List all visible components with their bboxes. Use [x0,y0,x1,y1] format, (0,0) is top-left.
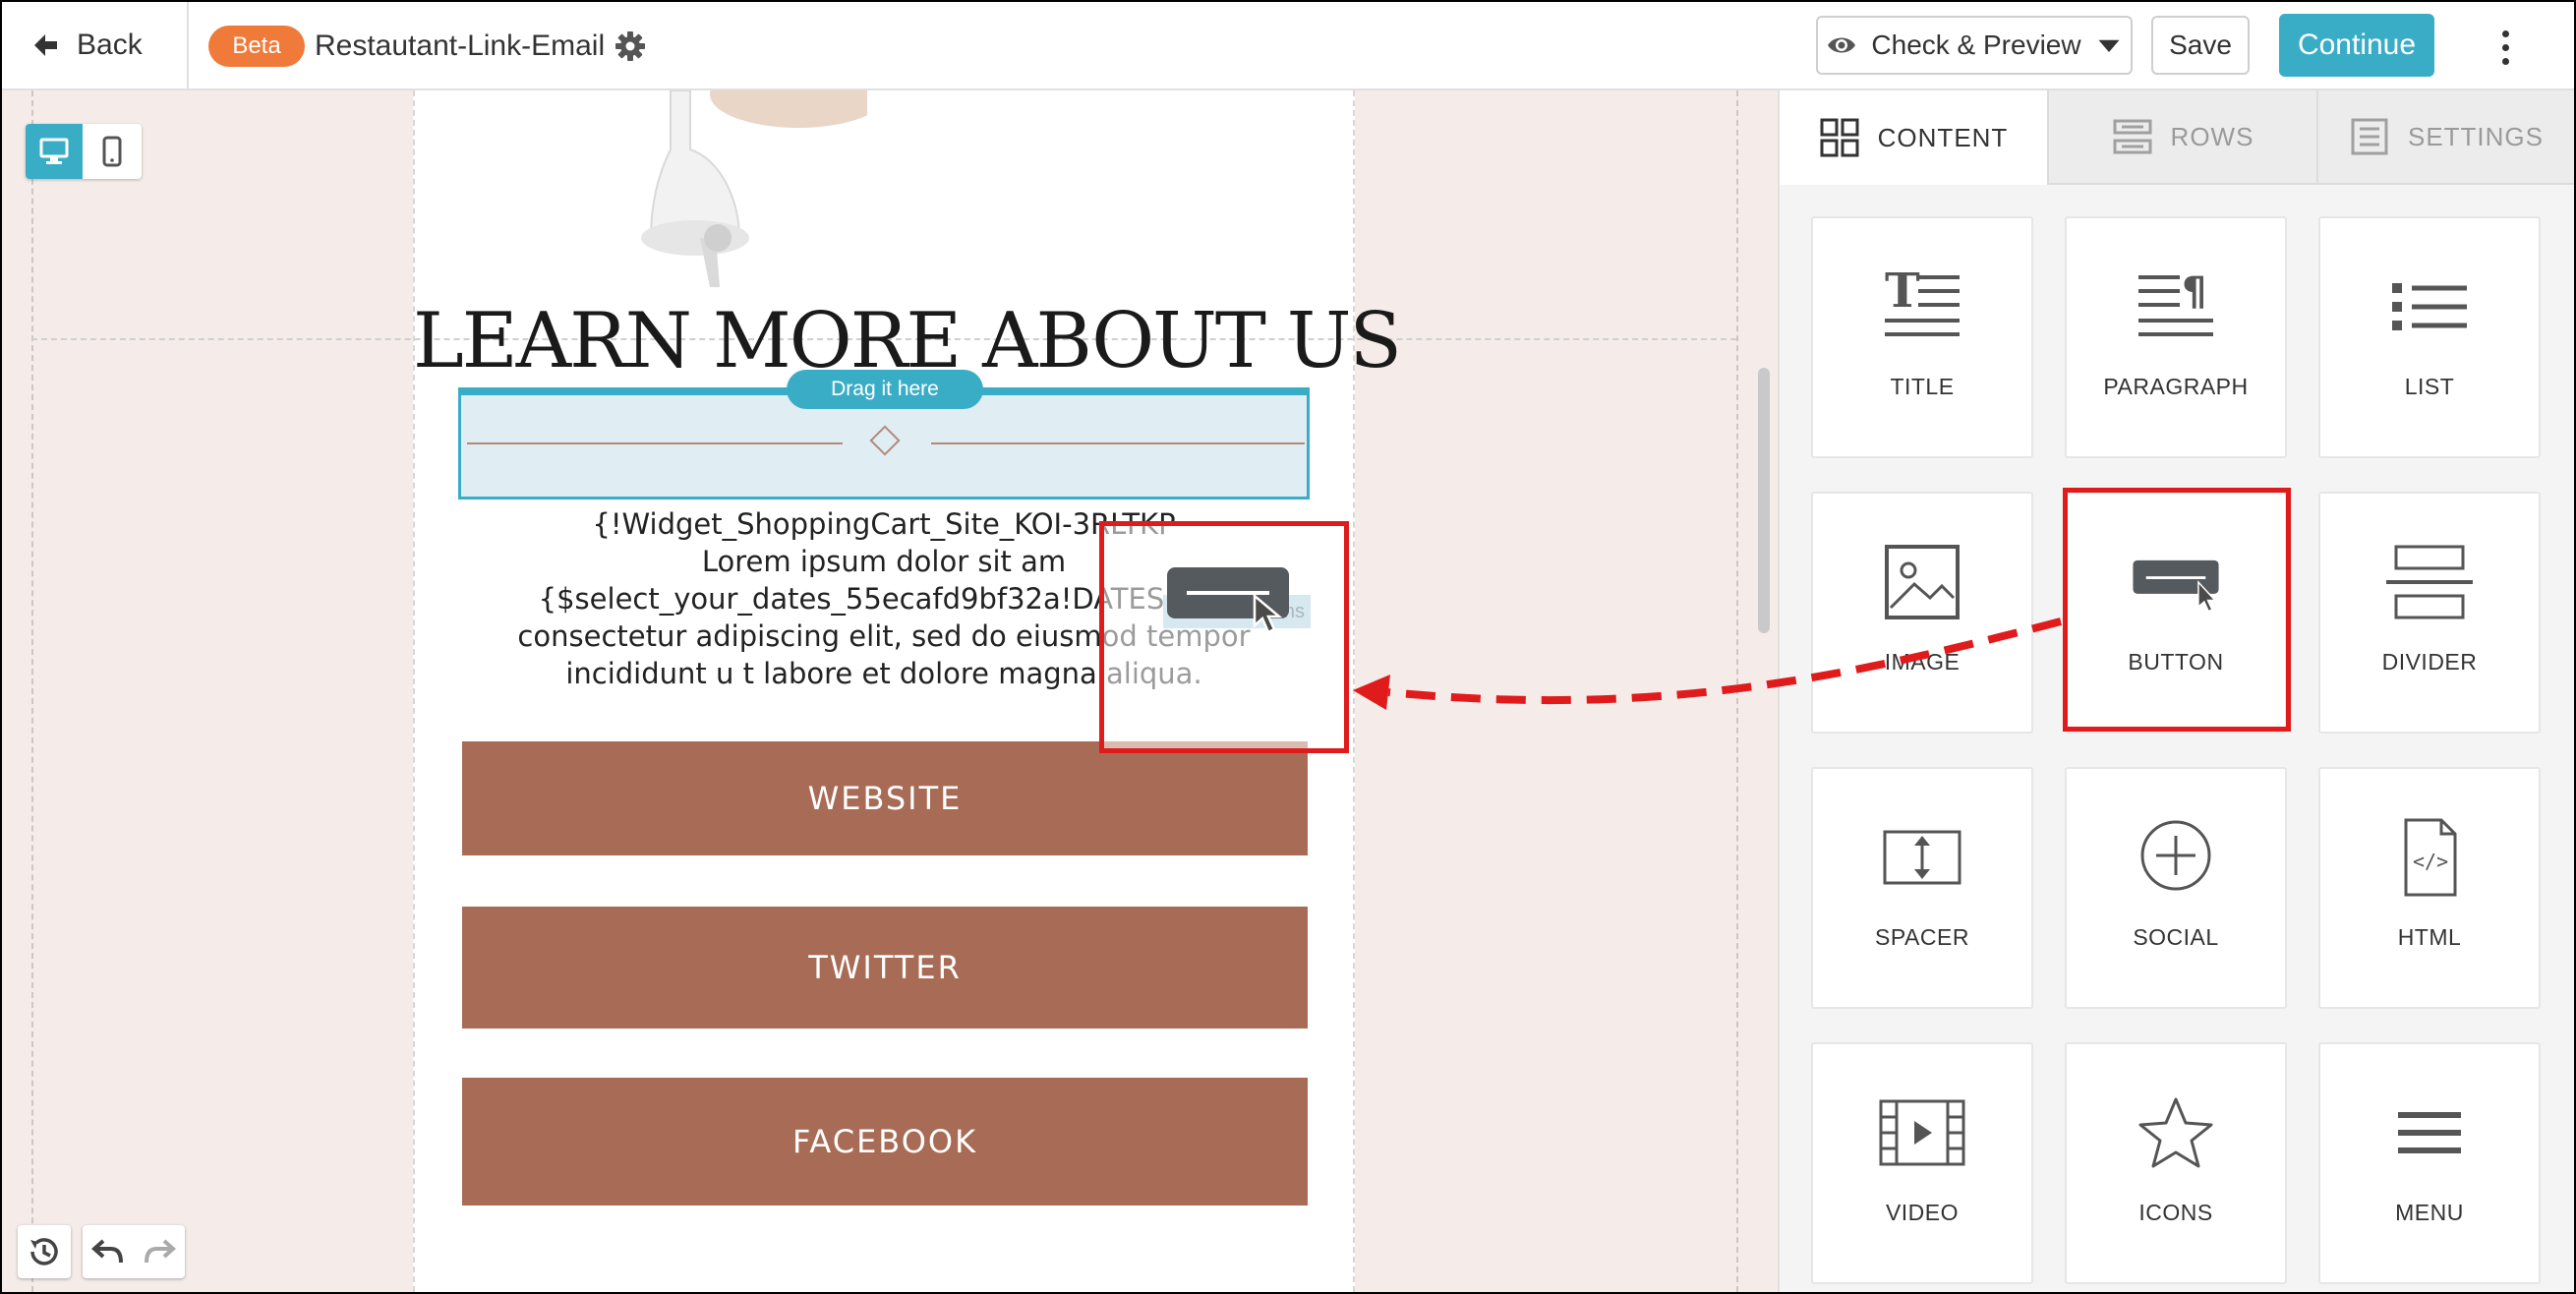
check-preview-button[interactable]: Check & Preview [1816,16,2133,75]
tab-settings[interactable]: SETTINGS [2316,90,2574,185]
gear-icon[interactable] [614,29,647,63]
history-button[interactable] [18,1225,71,1278]
annotation-highlight-box [2063,488,2291,732]
tile-menu[interactable]: MENU [2318,1042,2541,1284]
divider-icon [2386,545,2473,619]
star-icon [2138,1097,2213,1168]
mobile-view-button[interactable] [83,124,142,179]
undo-redo-group [83,1225,185,1278]
twitter-button[interactable]: TWITTER [462,907,1308,1029]
svg-text:T: T [1885,264,1920,319]
desktop-icon [39,138,69,164]
tile-html[interactable]: </> HTML [2318,767,2541,1009]
app-window: Back Beta Restautant-Link-Email Check & … [0,0,2576,1294]
mobile-icon [102,136,122,167]
tile-image-label: IMAGE [1884,649,1961,675]
tile-icons[interactable]: ICONS [2065,1042,2287,1284]
drag-here-label: Drag it here [787,370,983,409]
tab-content[interactable]: CONTENT [1780,90,2047,185]
tile-social[interactable]: SOCIAL [2065,767,2287,1009]
diamond-ornament [869,425,901,456]
grid-icon [1820,118,1859,157]
svg-text:¶: ¶ [2182,269,2206,315]
settings-list-icon [2351,118,2388,155]
tile-list[interactable]: LIST [2318,216,2541,458]
tile-social-label: SOCIAL [2133,924,2219,950]
rows-icon [2113,119,2152,154]
toolbar-divider [187,2,189,88]
device-toggle [26,124,142,179]
canvas-guide-right [1736,90,1738,1292]
svg-text:</>: </> [2413,850,2448,873]
tile-spacer[interactable]: SPACER [1811,767,2033,1009]
tile-spacer-label: SPACER [1875,924,1969,950]
arrow-left-icon [34,34,57,56]
tile-divider-label: DIVIDER [2381,649,2478,675]
tile-icons-label: ICONS [2138,1200,2213,1225]
tile-title-label: TITLE [1890,374,1955,399]
tile-paragraph[interactable]: ¶ PARAGRAPH [2065,216,2287,458]
tile-menu-label: MENU [2395,1200,2464,1225]
paragraph-icon: ¶ [2138,269,2213,336]
back-button[interactable]: Back [29,22,143,69]
plus-circle-icon [2140,820,2211,891]
cursor-icon [1253,593,1283,634]
canvas-scrollbar[interactable] [1758,368,1770,633]
more-options-icon[interactable] [2489,28,2521,67]
film-icon [1879,1099,1965,1166]
redo-button[interactable] [134,1225,185,1278]
code-file-icon: </> [2404,818,2457,897]
undo-button[interactable] [83,1225,134,1278]
canvas-guide-left [31,90,33,1292]
tab-rows[interactable]: ROWS [2047,90,2316,185]
caret-down-icon [2098,39,2120,52]
tile-list-label: LIST [2404,374,2455,399]
email-name: Restautant-Link-Email [315,29,606,62]
tile-image[interactable]: IMAGE [1811,492,2033,734]
panel-tabs: CONTENT ROWS SETTINGS [1780,90,2574,185]
beta-badge: Beta [208,26,305,67]
desktop-view-button[interactable] [26,124,83,179]
history-icon [30,1238,58,1265]
tab-settings-label: SETTINGS [2407,121,2544,151]
top-toolbar: Back Beta Restautant-Link-Email Check & … [2,2,2574,90]
tile-video[interactable]: VIDEO [1811,1042,2033,1284]
dragged-button-ghost: Ins [1099,521,1349,753]
save-button[interactable]: Save [2151,16,2250,75]
hamburger-menu-icon [2398,1112,2461,1153]
tab-rows-label: ROWS [2170,121,2254,151]
eye-icon [1828,37,1856,53]
tile-html-label: HTML [2397,924,2462,950]
image-icon [1885,545,1960,619]
tab-content-label: CONTENT [1877,122,2009,152]
tile-title[interactable]: T TITLE [1811,216,2033,458]
redo-icon [145,1239,176,1264]
website-button[interactable]: WEBSITE [462,741,1308,855]
undo-icon [91,1239,123,1264]
continue-button[interactable]: Continue [2279,14,2434,77]
back-label: Back [77,29,143,61]
tile-video-label: VIDEO [1885,1200,1960,1225]
divider-line-right [931,442,1305,444]
tile-divider[interactable]: DIVIDER [2318,492,2541,734]
hero-image[interactable] [631,90,867,307]
list-icon [2392,283,2467,330]
divider-line-left [467,442,843,444]
tile-paragraph-label: PARAGRAPH [2103,374,2249,399]
preview-label: Check & Preview [1871,29,2081,60]
facebook-button[interactable]: FACEBOOK [462,1078,1308,1206]
title-icon: T [1885,264,1960,336]
spacer-icon [1883,830,1961,885]
